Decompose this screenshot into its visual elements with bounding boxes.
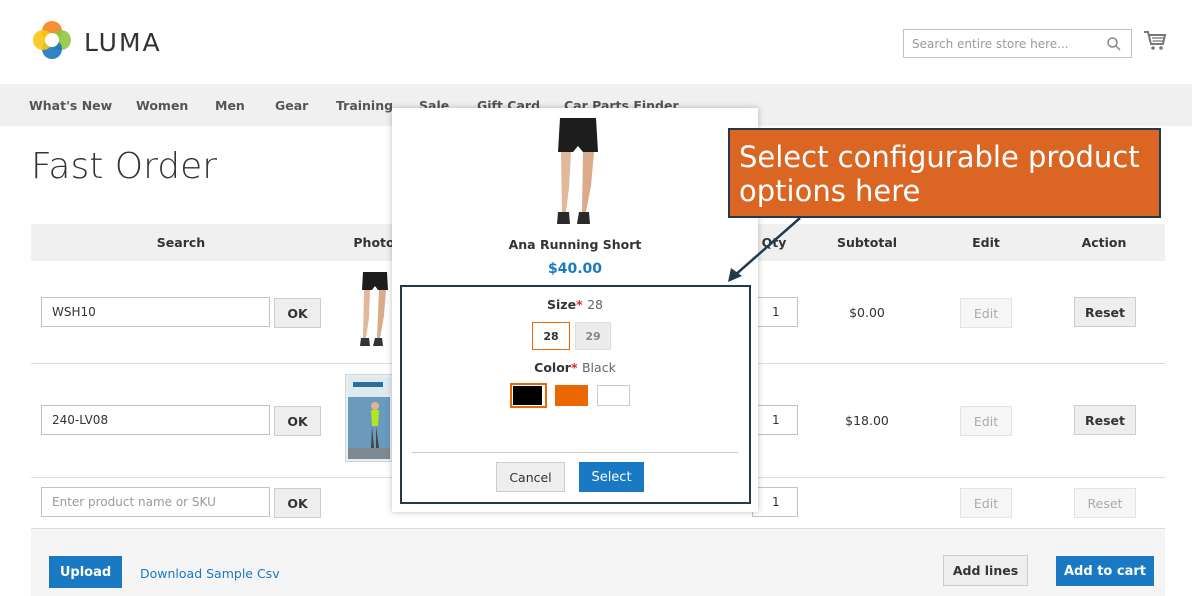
column-header-edit: Edit	[972, 235, 1000, 250]
search-field[interactable]	[903, 29, 1132, 58]
cart-icon[interactable]	[1143, 30, 1167, 52]
nav-item-men[interactable]: Men	[215, 98, 245, 113]
nav-item-training[interactable]: Training	[336, 98, 393, 113]
options-highlight-box	[400, 285, 751, 504]
ok-button[interactable]: OK	[274, 406, 321, 436]
qty-input[interactable]: 1	[752, 405, 798, 435]
upload-button[interactable]: Upload	[49, 556, 122, 588]
ok-button[interactable]: OK	[274, 298, 321, 328]
row-subtotal: $18.00	[845, 413, 889, 428]
qty-input[interactable]: 1	[752, 487, 798, 517]
product-name: Ana Running Short	[508, 237, 642, 252]
download-sample-csv-link[interactable]: Download Sample Csv	[140, 566, 280, 581]
edit-button[interactable]: Edit	[960, 406, 1012, 436]
product-price: $40.00	[547, 261, 603, 277]
qty-input[interactable]: 1	[752, 297, 798, 327]
search-input[interactable]	[904, 30, 1094, 57]
search-icon[interactable]	[1106, 36, 1122, 52]
column-header-subtotal: Subtotal	[836, 235, 898, 250]
reset-button[interactable]: Reset	[1074, 297, 1136, 327]
edit-button[interactable]: Edit	[960, 488, 1012, 518]
page-title: Fast Order	[31, 146, 218, 187]
nav-item-women[interactable]: Women	[136, 98, 188, 113]
callout-arrow-icon	[728, 217, 801, 282]
callout-annotation: Select configurable product options here	[728, 128, 1161, 218]
product-image	[552, 118, 604, 230]
sku-input[interactable]	[41, 487, 270, 517]
nav-item-whats-new[interactable]: What's New	[29, 98, 112, 113]
column-header-action: Action	[1081, 235, 1127, 250]
edit-button[interactable]: Edit	[960, 298, 1012, 328]
reset-button[interactable]: Reset	[1074, 488, 1136, 518]
sku-input[interactable]	[41, 405, 270, 435]
add-to-cart-button[interactable]: Add to cart	[1056, 556, 1154, 586]
add-lines-button[interactable]: Add lines	[943, 555, 1028, 586]
column-header-photo: Photo	[353, 235, 395, 250]
product-photo	[344, 373, 394, 463]
column-header-search: Search	[156, 235, 206, 250]
nav-item-gear[interactable]: Gear	[275, 98, 308, 113]
luma-logo-icon[interactable]	[32, 20, 72, 60]
product-photo	[357, 268, 393, 350]
sku-input[interactable]	[41, 297, 270, 327]
ok-button[interactable]: OK	[274, 488, 321, 518]
row-subtotal: $0.00	[849, 305, 885, 320]
brand-name[interactable]: LUMA	[84, 28, 162, 57]
reset-button[interactable]: Reset	[1074, 405, 1136, 435]
